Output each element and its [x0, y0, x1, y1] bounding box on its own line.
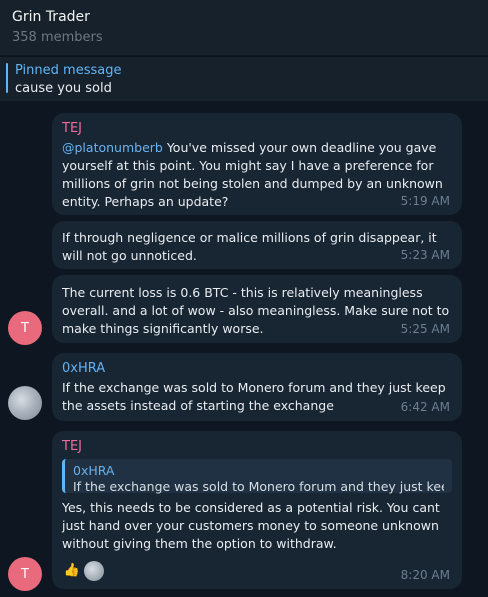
pinned-message-bar[interactable]: Pinned message cause you sold	[0, 56, 488, 101]
chat-header[interactable]: Grin Trader 358 members	[0, 0, 488, 55]
message-text: If the exchange was sold to Monero forum…	[62, 380, 446, 413]
pinned-label: Pinned message	[15, 63, 122, 78]
message-bubble[interactable]: The current loss is 0.6 BTC - this is re…	[52, 275, 462, 343]
message-text: @platonumberb You've missed your own dea…	[62, 140, 443, 209]
pinned-indicator	[6, 63, 8, 93]
sender-name[interactable]: TEJ	[62, 439, 452, 455]
reactor-avatar-icon	[84, 561, 104, 581]
message-bubble[interactable]: TEJ @platonumberb You've missed your own…	[52, 113, 462, 215]
message-time: 5:23 AM	[400, 248, 450, 262]
message-text: If through negligence or malice millions…	[62, 230, 437, 263]
chat-title: Grin Trader	[12, 9, 90, 25]
message-bubble[interactable]: TEJ 0xHRA If the exchange was sold to Mo…	[52, 431, 462, 589]
message-time: 6:42 AM	[400, 400, 450, 414]
message-text: Yes, this needs to be considered as a po…	[62, 500, 440, 551]
pinned-text: cause you sold	[15, 81, 112, 96]
message-bubble[interactable]: 0xHRA If the exchange was sold to Monero…	[52, 353, 462, 421]
sender-name[interactable]: TEJ	[62, 121, 452, 137]
reply-sender: 0xHRA	[73, 463, 115, 478]
reactions[interactable]: 👍	[62, 561, 104, 581]
reply-preview[interactable]: 0xHRA If the exchange was sold to Monero…	[62, 459, 452, 494]
thumbs-up-reaction[interactable]: 👍	[62, 561, 82, 581]
avatar[interactable]	[8, 386, 42, 420]
message-text: The current loss is 0.6 BTC - this is re…	[62, 285, 450, 336]
message-bubble[interactable]: If through negligence or malice millions…	[52, 221, 462, 269]
avatar[interactable]: T	[8, 557, 42, 591]
sender-name[interactable]: 0xHRA	[62, 361, 452, 377]
member-count: 358 members	[12, 30, 103, 45]
message-time: 5:19 AM	[400, 194, 450, 208]
message-time: 8:20 AM	[400, 568, 450, 582]
mention-link[interactable]: @platonumberb	[62, 140, 163, 155]
avatar[interactable]: T	[8, 311, 42, 345]
reply-text: If the exchange was sold to Monero forum…	[73, 479, 444, 494]
message-time: 5:25 AM	[400, 322, 450, 336]
